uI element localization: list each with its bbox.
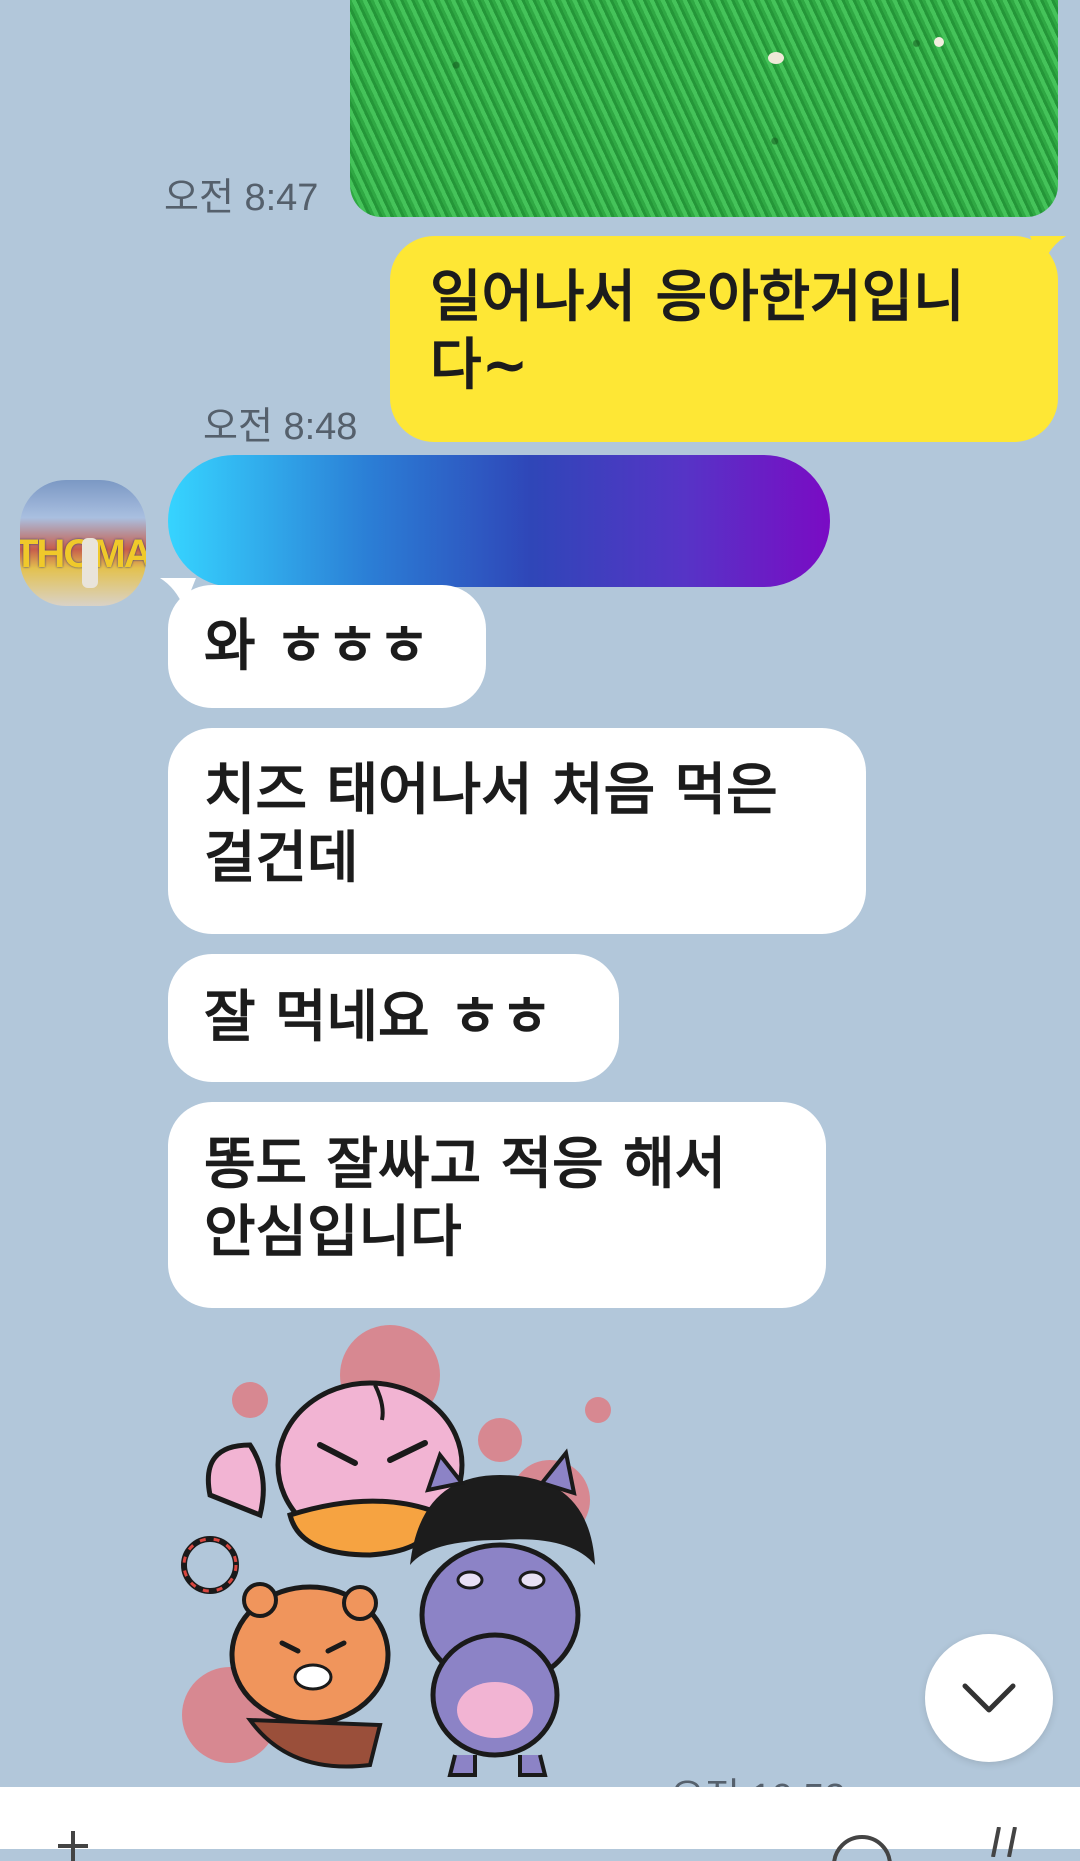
message-input-bar[interactable]	[0, 1787, 1080, 1861]
bubble-tail	[1030, 236, 1066, 266]
their-message-bubble[interactable]: 와 ㅎㅎㅎ	[168, 585, 486, 708]
avatar-figure	[82, 538, 98, 588]
photo-timestamp: 오전 8:47	[164, 177, 319, 219]
sender-avatar[interactable]: THOMA	[20, 480, 146, 606]
plus-icon[interactable]	[58, 1831, 88, 1861]
photo-detail	[934, 37, 944, 47]
scroll-to-bottom-button[interactable]	[925, 1634, 1053, 1762]
photo-detail	[768, 52, 784, 64]
kakao-friends-sticker[interactable]	[170, 1325, 670, 1785]
my-message-bubble[interactable]: 일어나서 응아한거입니 다~	[390, 236, 1058, 442]
their-message-bubble[interactable]: 치즈 태어나서 처음 먹은 걸건데	[168, 728, 866, 934]
hash-icon[interactable]	[985, 1827, 1025, 1857]
their-message-bubble[interactable]: 똥도 잘싸고 적응 해서 안심입니다	[168, 1102, 826, 1308]
redacted-sender-name	[168, 455, 830, 587]
my-message-timestamp: 오전 8:48	[203, 406, 358, 448]
chevron-down-icon	[962, 1683, 1016, 1713]
emoji-icon[interactable]	[830, 1831, 894, 1861]
cat-character-icon	[410, 1448, 595, 1777]
sent-photo-message[interactable]	[350, 0, 1058, 217]
their-message-bubble[interactable]: 잘 먹네요 ㅎㅎ	[168, 954, 619, 1082]
